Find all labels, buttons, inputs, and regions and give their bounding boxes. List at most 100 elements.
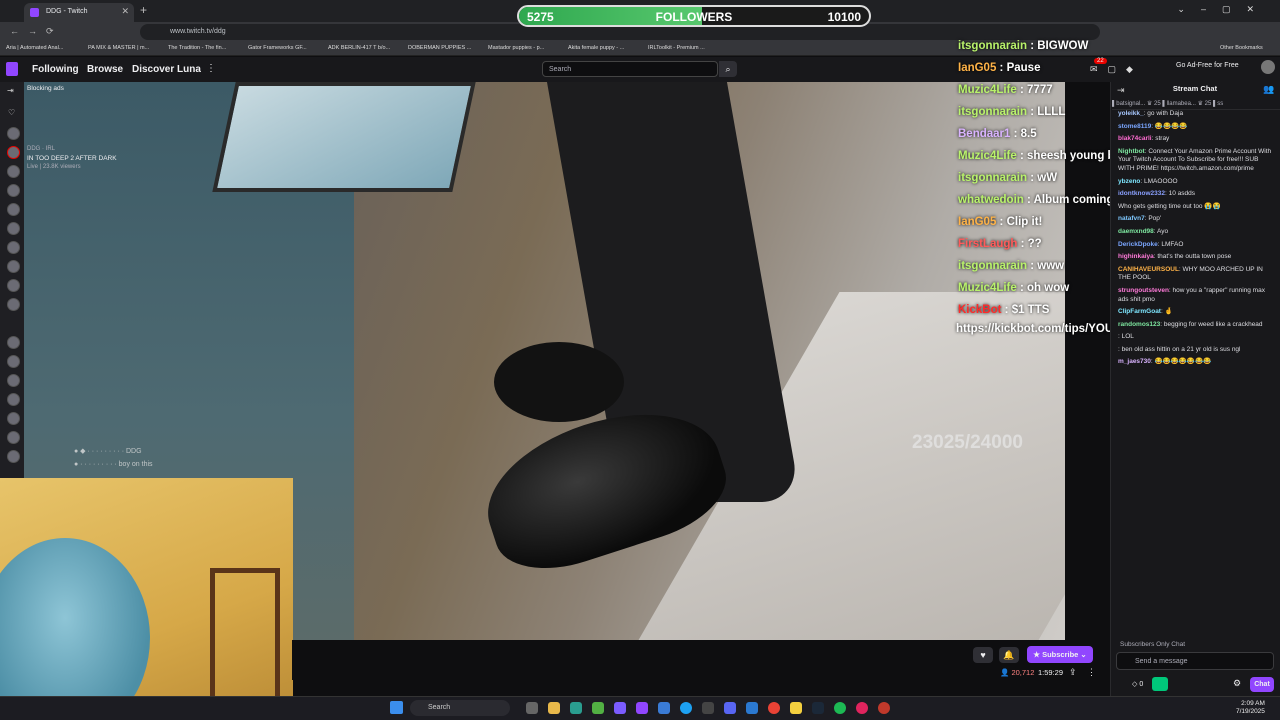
chat-username[interactable]: yoleikk_ [1118,110,1144,117]
close-tab-icon[interactable]: ✕ [121,6,129,17]
channel-avatar[interactable] [7,393,20,406]
chat-send-button[interactable]: Chat [1250,677,1274,692]
new-tab-icon[interactable]: + [140,3,147,17]
search-input[interactable]: Search [542,61,718,77]
channel-avatar[interactable] [7,165,20,178]
more-options-icon[interactable]: ⋮ [1087,667,1096,678]
chat-username[interactable]: idontknow2332 [1118,190,1165,197]
channel-avatar[interactable] [7,374,20,387]
chat-message[interactable]: Who gets getting time out too 😭😭 [1118,203,1276,212]
chat-username[interactable]: ybzeno [1118,178,1140,185]
channel-avatar[interactable] [7,336,20,349]
chat-input[interactable]: Send a message [1116,652,1274,670]
chat-username[interactable]: randomos123 [1118,321,1160,328]
bell-icon[interactable]: 🔔 [999,647,1019,663]
bookmark-item[interactable]: ADK BERLIN-417 T b/o... [328,45,390,51]
channel-avatar[interactable] [7,431,20,444]
chat-message[interactable]: strungoutsteven: how you a "rapper" runn… [1118,287,1276,304]
chat-message[interactable]: CANIHAVEURSOUL: WHY MOO ARCHED UP IN THE… [1118,266,1276,283]
chat-username[interactable]: natafvn7 [1118,215,1145,222]
channel-avatar[interactable] [7,127,20,140]
chat-message[interactable]: highinkaiya: that's the outta town pose [1118,253,1276,262]
browser-tab[interactable]: DDG - Twitch ✕ [24,3,134,22]
app-icon[interactable] [878,702,890,714]
chat-username[interactable]: Nightbot [1118,148,1145,155]
chat-username[interactable]: DerickDpoke [1118,241,1158,248]
chat-message[interactable]: ClipFarmGoat: 🤞 [1118,308,1276,317]
app-icon[interactable] [614,702,626,714]
chat-username[interactable]: stome8119 [1118,123,1151,130]
app-icon[interactable] [702,702,714,714]
search-icon[interactable]: ⌕ [719,61,737,77]
bookmark-item[interactable]: The Tradition - The fin... [168,45,226,51]
file-explorer-icon[interactable] [548,702,560,714]
twitch-logo-icon[interactable] [6,62,18,76]
chat-username[interactable]: daemxnd98 [1118,228,1154,235]
app-icon[interactable] [746,702,758,714]
taskbar-search[interactable]: Search [410,700,510,716]
app-icon[interactable] [658,702,670,714]
chat-message[interactable]: DerickDpoke: LMFAO [1118,241,1276,250]
collapse-sidebar-icon[interactable]: ⇥ [7,86,14,95]
nav-following[interactable]: Following [32,64,79,75]
chat-message[interactable]: blak74carli: stray [1118,135,1276,144]
chat-message[interactable]: : ben old ass hittin on a 21 yr old is s… [1118,346,1276,355]
chat-message[interactable]: stome8119: 😂😂😂😂 [1118,123,1276,132]
edge-icon[interactable] [680,702,692,714]
xbox-icon[interactable] [592,702,604,714]
channel-avatar[interactable] [7,203,20,216]
bookmark-item[interactable]: Mastador puppies - p... [488,45,544,51]
channel-avatar[interactable] [7,222,20,235]
heart-icon[interactable]: ♥ [973,647,993,663]
chrome-icon[interactable] [768,702,780,714]
chat-message[interactable]: Nightbot: Connect Your Amazon Prime Acco… [1118,148,1276,174]
channel-avatar[interactable] [7,298,20,311]
channel-avatar[interactable] [7,279,20,292]
chat-username[interactable]: highinkaiya [1118,253,1154,260]
channel-avatar[interactable] [7,355,20,368]
chat-message[interactable]: yoleikk_: go with Daja [1118,110,1276,119]
twitch-icon[interactable] [636,702,648,714]
chat-username[interactable]: m_jaes730 [1118,358,1151,365]
chat-username[interactable]: strungoutsteven [1118,287,1169,294]
app-icon[interactable] [856,702,868,714]
chat-username[interactable]: CANIHAVEURSOUL [1118,266,1179,273]
chat-message[interactable]: randomos123: begging for weed like a cra… [1118,321,1276,330]
subscribe-button[interactable]: ★ Subscribe ⌄ [1027,646,1093,663]
bookmark-item[interactable]: Akita female puppy - ... [568,45,624,51]
channel-avatar[interactable] [7,412,20,425]
more-menu-icon[interactable]: ⋮ [206,63,216,74]
window-controls[interactable]: ⌄–▢✕ [1177,4,1270,15]
discord-icon[interactable] [724,702,736,714]
share-icon[interactable]: ⇪ [1069,667,1077,678]
channel-avatar[interactable] [7,241,20,254]
steam-icon[interactable] [812,702,824,714]
chat-message[interactable]: daemxnd98: Ayo [1118,228,1276,237]
chat-message[interactable]: : LOL [1118,333,1276,342]
bookmark-item[interactable]: Gator Frameworks GF... [248,45,307,51]
taskbar-clock[interactable]: 2:09 AM 7/19/2025 [1236,700,1265,716]
task-view-icon[interactable] [526,702,538,714]
channel-avatar[interactable] [7,184,20,197]
chat-username[interactable]: blak74carli [1118,135,1152,142]
app-icon[interactable] [790,702,802,714]
nav-discover[interactable]: Discover Luna [132,64,201,75]
app-icon[interactable] [570,702,582,714]
channel-points[interactable]: ◇ 0 [1132,680,1143,688]
spotify-icon[interactable] [834,702,846,714]
channel-avatar[interactable] [7,450,20,463]
windows-start-icon[interactable] [390,701,403,714]
chat-username[interactable]: ClipFarmGoat [1118,308,1161,315]
nav-browse[interactable]: Browse [87,64,123,75]
chat-message[interactable]: idontknow2332: 10 asdds [1118,190,1276,199]
users-icon[interactable]: 👥 [1263,84,1274,95]
chat-message[interactable]: ybzeno: LMAOOOO [1118,178,1276,187]
channel-points-claim-icon[interactable] [1152,677,1168,691]
navigation-icons[interactable]: ←→⟳ [10,26,63,37]
bookmark-item[interactable]: DOBERMAN PUPPIES ... [408,45,471,51]
chat-message[interactable]: natafvn7: Pop' [1118,215,1276,224]
channel-avatar[interactable] [7,260,20,273]
bookmark-item[interactable]: Aria | Automated Anal... [6,45,63,51]
bookmark-item[interactable]: IRLToolkit - Premium ... [648,45,705,51]
chat-message[interactable]: m_jaes730: 😂😂😂😂😂😂😂 [1118,358,1276,367]
